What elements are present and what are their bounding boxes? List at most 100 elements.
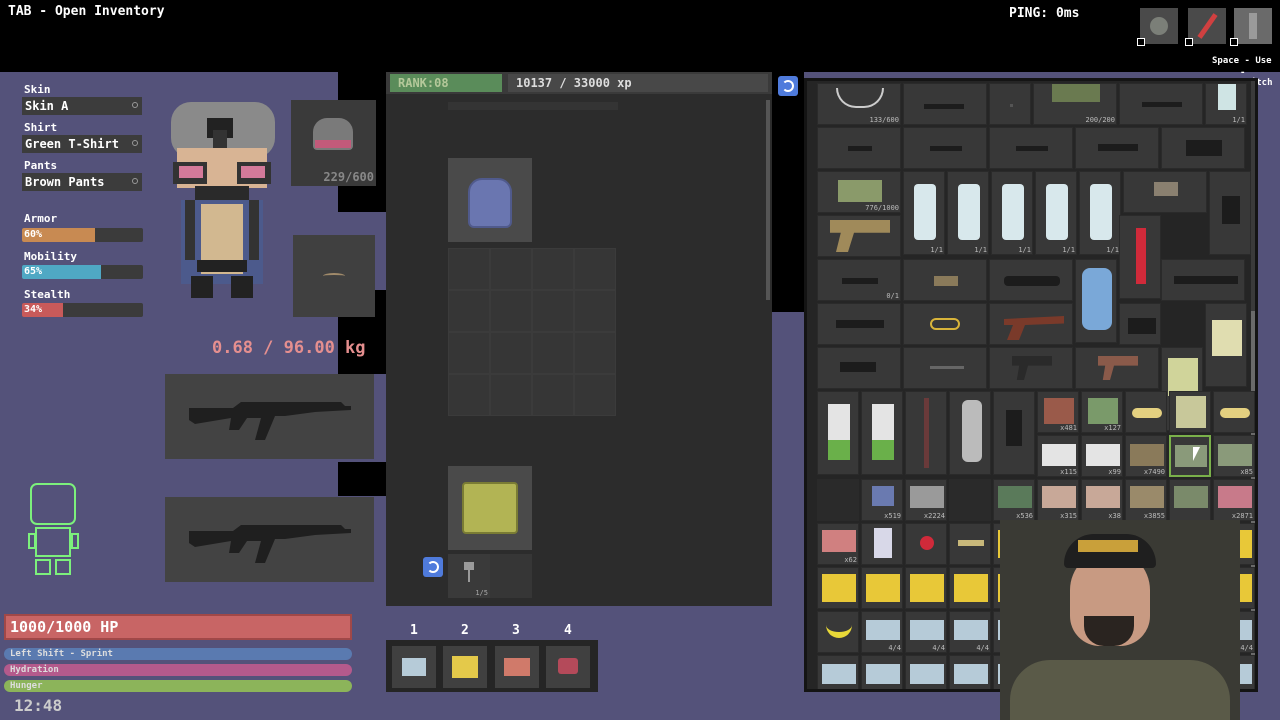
grid-cell[interactable] (448, 374, 490, 416)
equipment-scrollbar[interactable] (766, 100, 770, 300)
inventory-item-ammo[interactable]: 4/4 (949, 611, 991, 653)
inventory-item-water[interactable]: 1/1 (1079, 171, 1121, 255)
inventory-item-barrel[interactable] (817, 127, 901, 169)
inventory-item-ammo[interactable]: 4/4 (861, 611, 903, 653)
inventory-item-ammo[interactable]: x3855 (1125, 479, 1167, 521)
inventory-item-ammo[interactable]: 4/4 (949, 655, 991, 689)
refresh-button[interactable] (778, 76, 798, 96)
inventory-item-food[interactable]: x127 (1081, 391, 1123, 433)
pouch-slot-empty[interactable] (490, 554, 532, 598)
inventory-item-key[interactable] (949, 523, 991, 565)
hotbar-slot-1[interactable] (392, 646, 436, 688)
inventory-item-battery[interactable] (1209, 171, 1251, 255)
rig-slot[interactable] (448, 466, 532, 550)
inventory-item-barrel[interactable] (989, 127, 1073, 169)
inventory-item-ration[interactable] (861, 567, 903, 609)
skin-select[interactable]: Skin A (22, 97, 142, 115)
grid-cell[interactable] (490, 332, 532, 374)
helmet-slot[interactable]: 229/600 (291, 100, 376, 186)
grid-cell[interactable] (448, 290, 490, 332)
inventory-item-empty[interactable] (817, 479, 859, 521)
quick-slot-syringe[interactable] (1188, 8, 1226, 44)
grid-cell[interactable] (574, 374, 616, 416)
pouch-slot[interactable]: 1/5 (448, 554, 490, 598)
grid-cell[interactable] (532, 248, 574, 290)
inventory-item-empty[interactable] (949, 479, 991, 521)
inventory-item-handgun-tan[interactable] (1075, 347, 1159, 389)
grid-cell[interactable] (490, 290, 532, 332)
inventory-item-spray[interactable] (817, 391, 859, 475)
inventory-item-pill[interactable] (1125, 391, 1167, 433)
grid-cell[interactable] (448, 332, 490, 374)
inventory-item-pliers[interactable] (903, 303, 987, 345)
inventory-item-ammo[interactable]: 4/4 (861, 655, 903, 689)
grid-cell[interactable] (532, 332, 574, 374)
inventory-item-barrel[interactable] (1075, 127, 1159, 169)
inventory-item-ammo-box[interactable]: 776/1000 (817, 171, 901, 213)
inventory-item-grip[interactable] (1123, 171, 1207, 213)
inventory-item-water[interactable]: 1/1 (991, 171, 1033, 255)
inventory-item-pill[interactable] (1213, 391, 1255, 433)
inventory-item-flare[interactable] (1119, 215, 1161, 299)
inventory-item-water[interactable]: 1/1 (903, 171, 945, 255)
grid-cell[interactable] (490, 248, 532, 290)
inventory-item-jar[interactable] (861, 523, 903, 565)
inventory-item-ammo[interactable]: x2871 (1213, 479, 1255, 521)
swap-button[interactable] (423, 557, 443, 577)
inventory-item-handgun[interactable] (989, 347, 1073, 389)
inventory-item-suppressor[interactable] (1119, 83, 1203, 125)
quick-slot-flashlight[interactable] (1234, 8, 1272, 44)
secondary-weapon-slot[interactable] (165, 497, 374, 582)
grid-cell[interactable] (574, 248, 616, 290)
inventory-item-meat[interactable]: x62 (817, 523, 859, 565)
inventory-item-ammo[interactable]: x315 (1037, 479, 1079, 521)
inventory-item-smg[interactable] (817, 347, 901, 389)
inventory-item-ammo[interactable]: x536 (993, 479, 1035, 521)
inventory-item-ammo[interactable]: x2224 (905, 479, 947, 521)
inventory-item-crowbar[interactable] (905, 391, 947, 475)
grid-cell[interactable] (448, 248, 490, 290)
inventory-item-rail[interactable] (989, 259, 1073, 301)
inventory-item-remote[interactable] (949, 391, 991, 475)
inventory-item-magazine[interactable] (993, 391, 1035, 475)
inventory-item-ammo[interactable]: 4/4 (905, 611, 947, 653)
hotbar-slot-3[interactable] (495, 646, 539, 688)
grid-cell[interactable] (532, 374, 574, 416)
pants-select[interactable]: Brown Pants (22, 173, 142, 191)
inventory-item-ammo[interactable] (1169, 479, 1211, 521)
inventory-item-ammo[interactable]: x38 (1081, 479, 1123, 521)
primary-weapon-slot[interactable] (165, 374, 374, 459)
inventory-item-pistol[interactable] (817, 215, 901, 257)
inventory-item-revolver[interactable] (989, 303, 1073, 345)
inventory-item-ammo[interactable]: x99 (1081, 435, 1123, 477)
inventory-item-ammo[interactable]: 4/4 (817, 655, 859, 689)
inventory-item-barrel[interactable] (903, 83, 987, 125)
grid-cell[interactable] (532, 290, 574, 332)
inventory-item-stock[interactable] (1161, 127, 1245, 169)
inventory-item-handguard[interactable] (817, 303, 901, 345)
inventory-item-water[interactable]: 1/1 (1035, 171, 1077, 255)
inventory-item-ammo[interactable]: x7490 (1125, 435, 1167, 477)
inventory-item-canister[interactable] (1205, 303, 1247, 387)
grid-cell[interactable] (574, 332, 616, 374)
inventory-item-water[interactable]: 1/1 (947, 171, 989, 255)
grid-cell[interactable] (574, 290, 616, 332)
hotbar-slot-2[interactable] (443, 646, 487, 688)
grid-cell[interactable] (490, 374, 532, 416)
inventory-item-cards[interactable]: x519 (861, 479, 903, 521)
inventory-item-attachment[interactable] (903, 259, 987, 301)
inventory-item-ration[interactable] (817, 567, 859, 609)
inventory-item-ration[interactable] (949, 567, 991, 609)
inventory-item-meat[interactable]: x481 (1037, 391, 1079, 433)
inventory-item-knife[interactable] (903, 347, 987, 389)
inventory-item-apple[interactable] (905, 523, 947, 565)
inventory-item-ammo[interactable]: x85 (1213, 435, 1255, 477)
inventory-item-ration[interactable] (1169, 391, 1211, 433)
inventory-item-bottle[interactable]: 1/1 (1205, 83, 1247, 125)
quick-slot-grenade[interactable] (1140, 8, 1178, 44)
inventory-item-spray[interactable] (861, 391, 903, 475)
inventory-item-ration[interactable] (905, 567, 947, 609)
face-accessory-slot[interactable] (293, 235, 375, 317)
inventory-item-optic[interactable] (1119, 303, 1161, 345)
inventory-item-ammo[interactable]: 4/4 (905, 655, 947, 689)
